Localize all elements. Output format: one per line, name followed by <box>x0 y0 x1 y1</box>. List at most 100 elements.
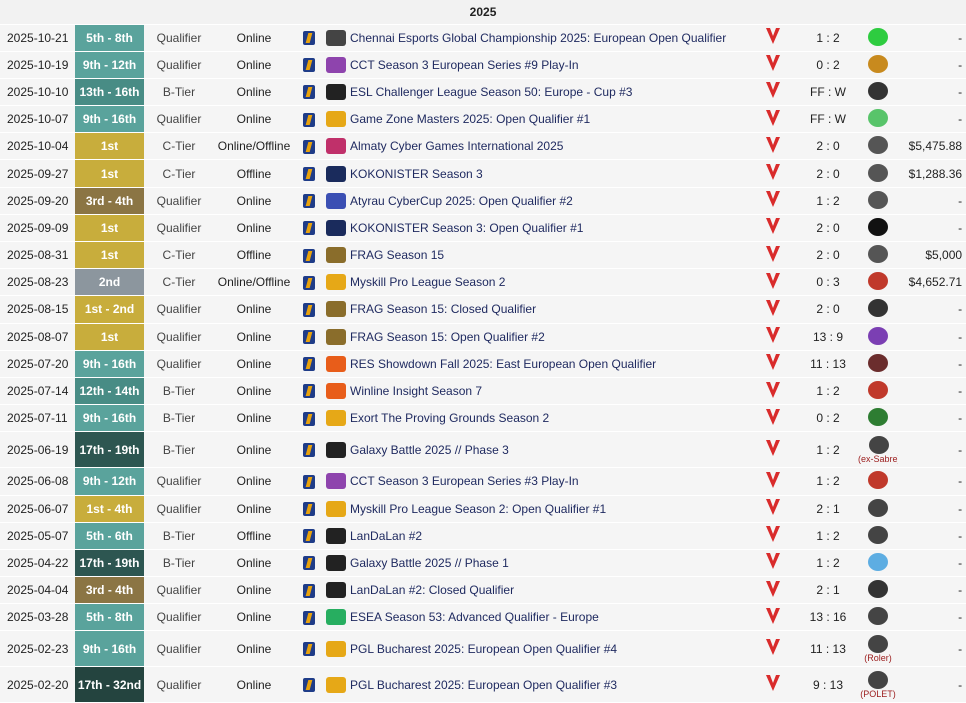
tournament-logo-cell[interactable] <box>324 241 348 270</box>
tier-cell[interactable]: B-Tier <box>144 78 214 107</box>
team-logo-cell[interactable] <box>748 603 798 632</box>
tournament-logo-icon[interactable] <box>326 83 346 100</box>
tournament-logo-cell[interactable] <box>324 666 348 703</box>
tournament-name-link[interactable]: FRAG Season 15 <box>348 241 748 270</box>
team-vp-logo-icon[interactable] <box>765 552 781 573</box>
opponent-cell[interactable] <box>858 549 898 578</box>
team-logo-cell[interactable] <box>748 522 798 550</box>
opponent-cell[interactable] <box>858 522 898 550</box>
tournament-logo-icon[interactable] <box>326 192 346 209</box>
team-logo-cell[interactable] <box>748 467 798 496</box>
team-logo-cell[interactable] <box>748 105 798 134</box>
tournament-logo-cell[interactable] <box>324 350 348 378</box>
team-vp-logo-icon[interactable] <box>765 54 781 75</box>
opponent-logo-icon[interactable] <box>868 136 888 155</box>
tier-cell[interactable]: Qualifier <box>144 467 214 496</box>
opponent-cell[interactable]: (Roler) <box>858 630 898 668</box>
opponent-cell[interactable] <box>858 495 898 523</box>
opponent-cell[interactable] <box>858 295 898 324</box>
tournament-name-link[interactable]: PGL Bucharest 2025: European Open Qualif… <box>348 630 748 668</box>
team-vp-logo-icon[interactable] <box>765 245 781 266</box>
opponent-cell[interactable] <box>858 241 898 270</box>
tournament-logo-cell[interactable] <box>324 404 348 433</box>
tournament-logo-cell[interactable] <box>324 495 348 523</box>
team-logo-cell[interactable] <box>748 132 798 161</box>
opponent-cell[interactable] <box>858 377 898 406</box>
tier-cell[interactable]: C-Tier <box>144 132 214 161</box>
opponent-cell[interactable] <box>858 576 898 605</box>
opponent-cell[interactable]: (ex-Sabre) <box>858 431 898 469</box>
team-vp-logo-icon[interactable] <box>765 471 781 492</box>
tournament-logo-icon[interactable] <box>326 56 346 73</box>
opponent-logo-icon[interactable] <box>868 580 888 599</box>
team-logo-cell[interactable] <box>748 666 798 703</box>
tournament-name-link[interactable]: KOKONISTER Season 3 <box>348 159 748 188</box>
tournament-name-link[interactable]: Myskill Pro League Season 2 <box>348 268 748 297</box>
team-vp-logo-icon[interactable] <box>765 439 781 460</box>
tournament-logo-icon[interactable] <box>326 473 346 490</box>
tournament-logo-cell[interactable] <box>324 576 348 605</box>
tier-cell[interactable]: B-Tier <box>144 431 214 469</box>
tier-cell[interactable]: Qualifier <box>144 495 214 523</box>
team-vp-logo-icon[interactable] <box>765 217 781 238</box>
tier-cell[interactable]: Qualifier <box>144 350 214 378</box>
team-logo-cell[interactable] <box>748 268 798 297</box>
tournament-name-link[interactable]: Winline Insight Season 7 <box>348 377 748 406</box>
tournament-logo-icon[interactable] <box>326 29 346 46</box>
tournament-logo-cell[interactable] <box>324 431 348 469</box>
tournament-name-link[interactable]: Exort The Proving Grounds Season 2 <box>348 404 748 433</box>
tournament-logo-icon[interactable] <box>326 219 346 236</box>
tier-cell[interactable]: B-Tier <box>144 377 214 406</box>
opponent-cell[interactable] <box>858 214 898 243</box>
tier-cell[interactable]: C-Tier <box>144 159 214 188</box>
opponent-logo-icon[interactable] <box>868 163 888 182</box>
tournament-logo-icon[interactable] <box>326 582 346 599</box>
tournament-logo-cell[interactable] <box>324 630 348 668</box>
team-vp-logo-icon[interactable] <box>765 525 781 546</box>
team-logo-cell[interactable] <box>748 51 798 79</box>
tournament-name-link[interactable]: CCT Season 3 European Series #3 Play-In <box>348 467 748 496</box>
tournament-name-link[interactable]: Galaxy Battle 2025 // Phase 3 <box>348 431 748 469</box>
opponent-logo-icon[interactable] <box>868 27 888 46</box>
opponent-logo-icon[interactable] <box>868 54 888 73</box>
opponent-logo-icon[interactable] <box>868 190 888 209</box>
opponent-logo-icon[interactable] <box>868 408 888 427</box>
opponent-cell[interactable] <box>858 159 898 188</box>
tournament-logo-icon[interactable] <box>326 274 346 291</box>
opponent-logo-icon[interactable] <box>867 670 888 689</box>
tier-cell[interactable]: Qualifier <box>144 24 214 52</box>
tournament-logo-icon[interactable] <box>326 301 346 318</box>
opponent-cell[interactable] <box>858 467 898 496</box>
tournament-name-link[interactable]: RES Showdown Fall 2025: East European Op… <box>348 350 748 378</box>
team-vp-logo-icon[interactable] <box>765 638 781 659</box>
team-vp-logo-icon[interactable] <box>765 109 781 130</box>
tournament-name-link[interactable]: Galaxy Battle 2025 // Phase 1 <box>348 549 748 578</box>
tier-cell[interactable]: Qualifier <box>144 603 214 632</box>
tournament-name-link[interactable]: FRAG Season 15: Open Qualifier #2 <box>348 323 748 351</box>
team-vp-logo-icon[interactable] <box>765 607 781 628</box>
opponent-cell[interactable] <box>858 78 898 107</box>
tournament-name-link[interactable]: LanDaLan #2: Closed Qualifier <box>348 576 748 605</box>
tier-cell[interactable]: Qualifier <box>144 51 214 79</box>
team-vp-logo-icon[interactable] <box>765 381 781 402</box>
tier-cell[interactable]: C-Tier <box>144 241 214 270</box>
tournament-logo-icon[interactable] <box>326 165 346 182</box>
team-logo-cell[interactable] <box>748 187 798 215</box>
opponent-logo-icon[interactable] <box>868 552 888 571</box>
opponent-logo-icon[interactable] <box>868 607 888 626</box>
tier-cell[interactable]: Qualifier <box>144 295 214 324</box>
team-vp-logo-icon[interactable] <box>765 27 781 48</box>
opponent-cell[interactable] <box>858 603 898 632</box>
tournament-name-link[interactable]: Almaty Cyber Games International 2025 <box>348 132 748 161</box>
team-vp-logo-icon[interactable] <box>765 190 781 211</box>
tournament-logo-cell[interactable] <box>324 268 348 297</box>
tier-cell[interactable]: Qualifier <box>144 630 214 668</box>
tournament-name-link[interactable]: KOKONISTER Season 3: Open Qualifier #1 <box>348 214 748 243</box>
opponent-logo-icon[interactable] <box>868 381 888 400</box>
team-logo-cell[interactable] <box>748 350 798 378</box>
tournament-name-link[interactable]: Myskill Pro League Season 2: Open Qualif… <box>348 495 748 523</box>
team-vp-logo-icon[interactable] <box>765 674 781 695</box>
tournament-logo-cell[interactable] <box>324 51 348 79</box>
tier-cell[interactable]: Qualifier <box>144 187 214 215</box>
tier-cell[interactable]: B-Tier <box>144 404 214 433</box>
